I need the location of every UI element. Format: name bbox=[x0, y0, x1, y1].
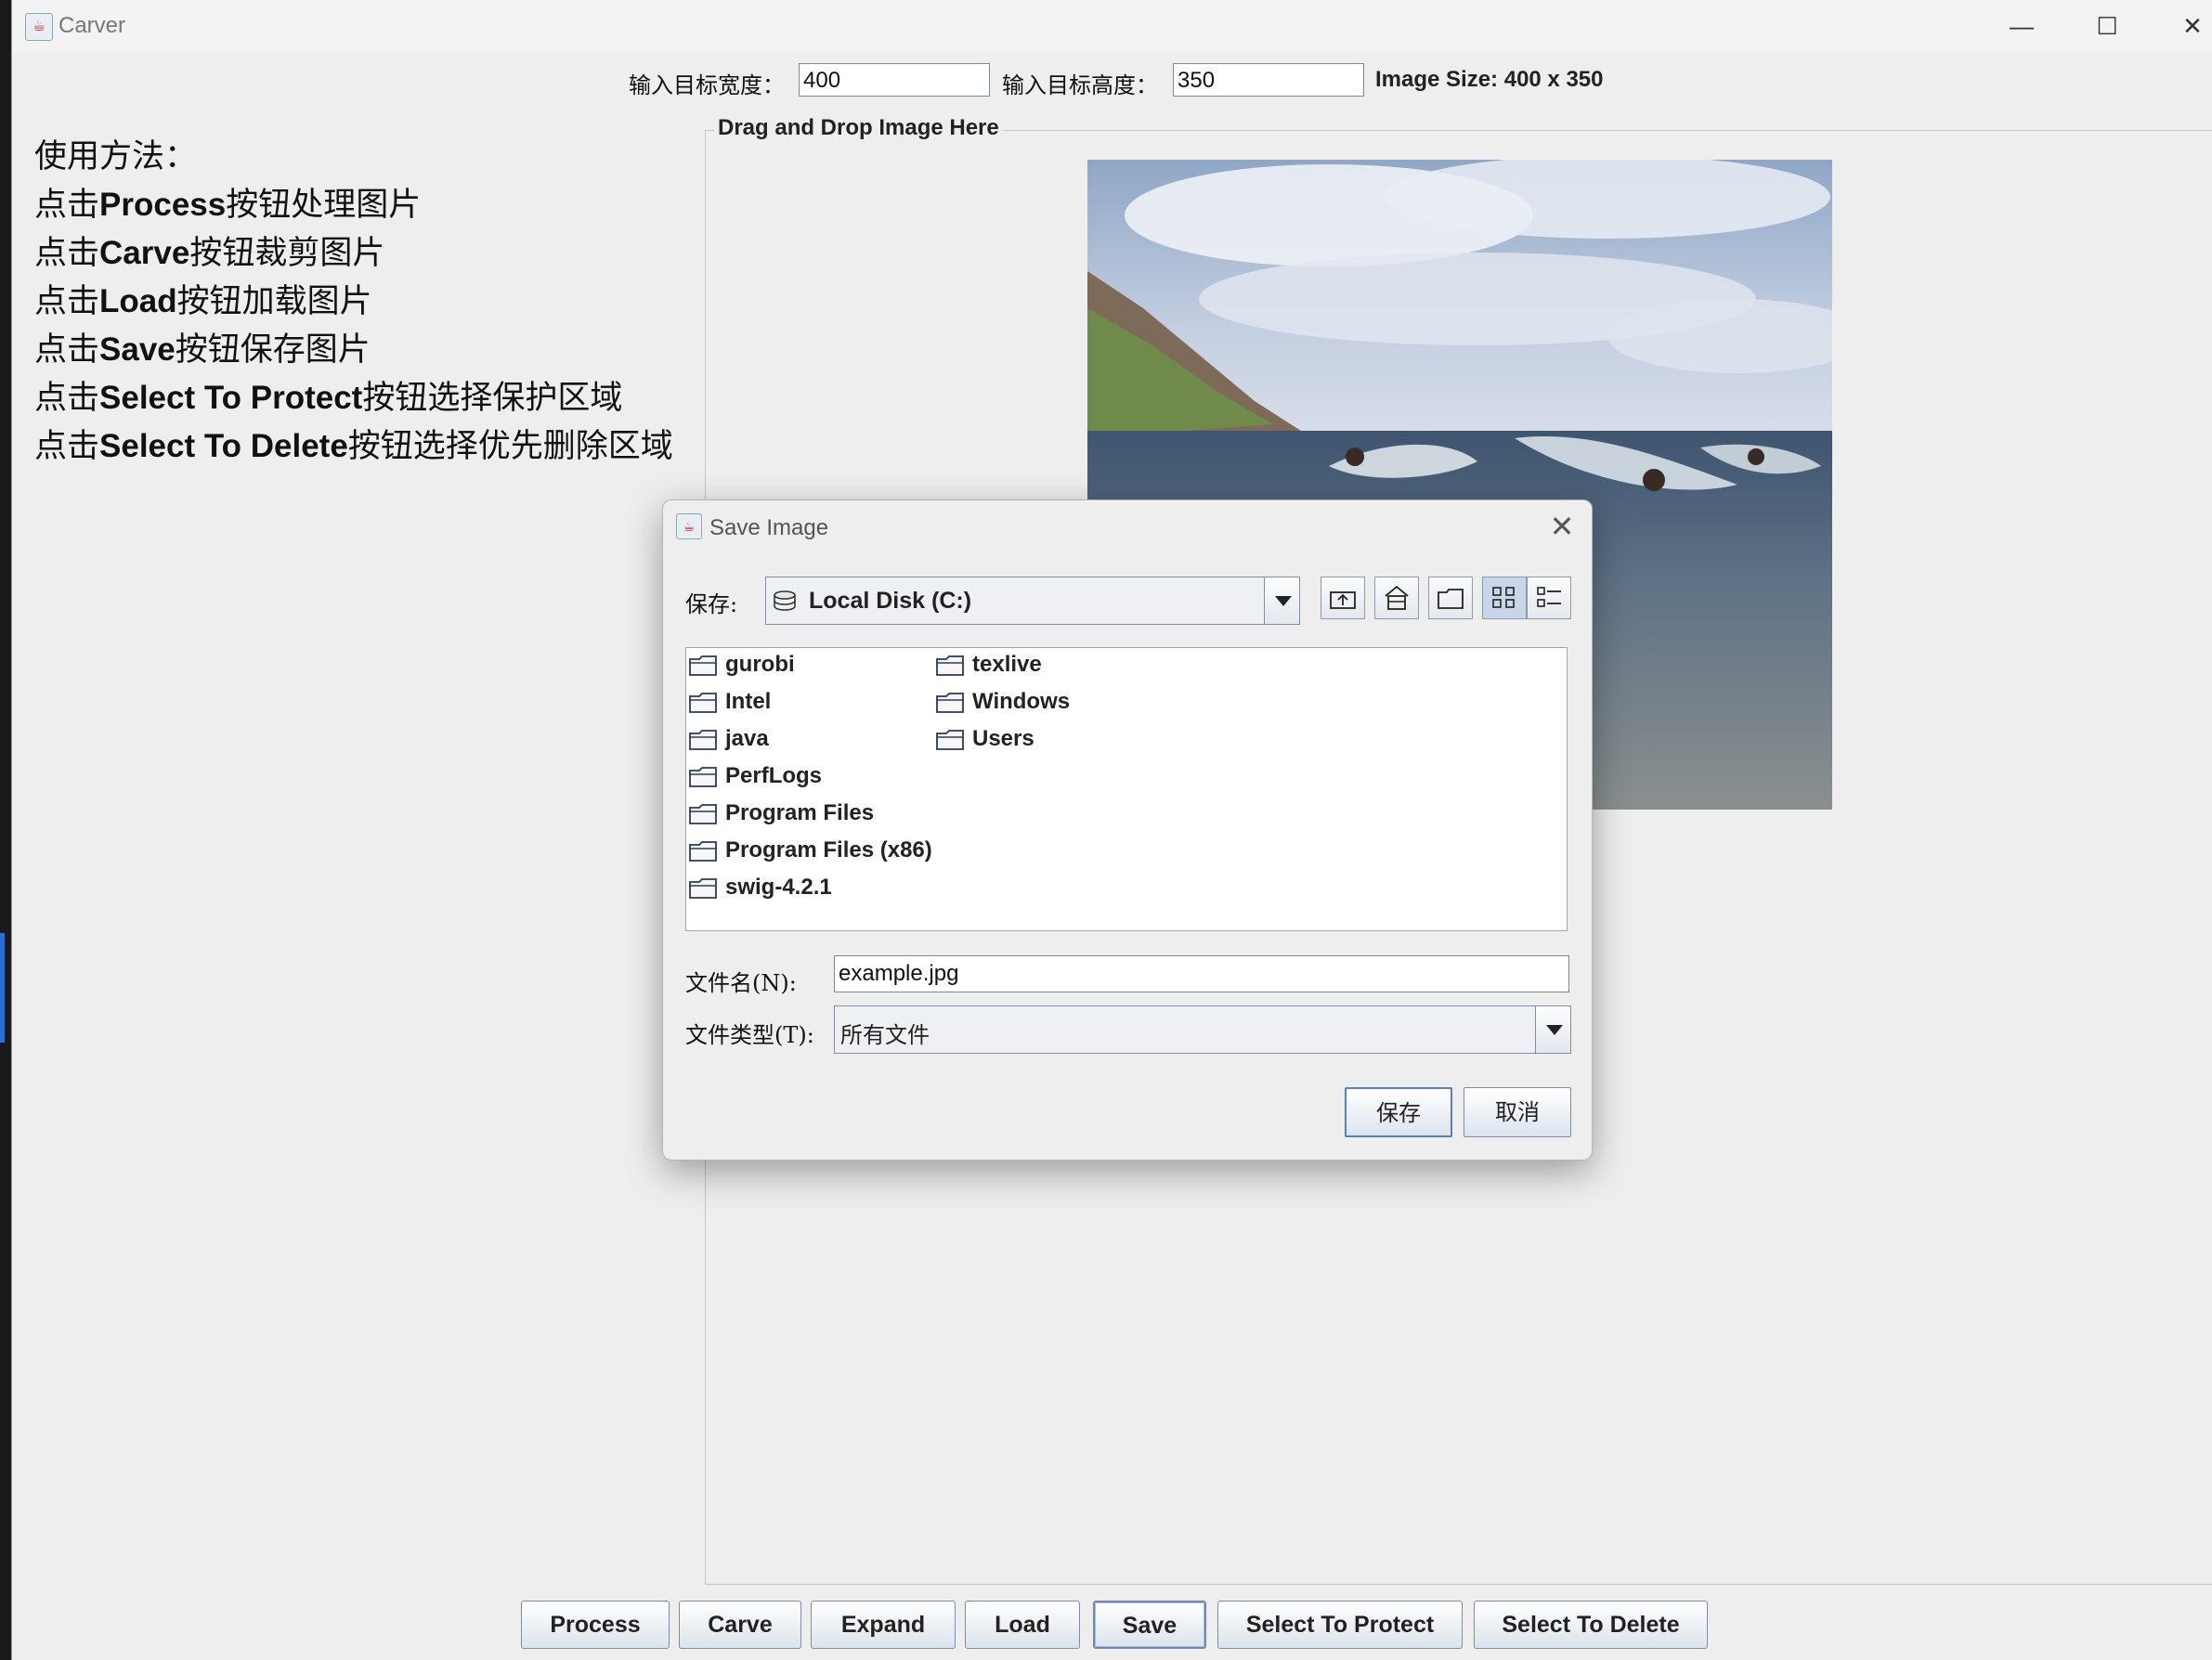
window-edge-accent bbox=[0, 933, 5, 1043]
instruction-line: 点击Save按钮保存图片 bbox=[34, 331, 371, 369]
target-height-label: 输入目标高度： bbox=[1002, 72, 1158, 98]
folder-icon bbox=[936, 730, 964, 750]
save-in-label: 保存: bbox=[685, 591, 738, 617]
details-view-button[interactable] bbox=[1527, 577, 1571, 619]
dialog-cancel-button[interactable]: 取消 bbox=[1464, 1087, 1571, 1137]
folder-item[interactable]: Intel bbox=[688, 689, 930, 719]
instruction-line: 点击Process按钮处理图片 bbox=[34, 187, 422, 224]
load-button[interactable]: Load bbox=[965, 1601, 1080, 1649]
folder-icon bbox=[689, 878, 717, 899]
location-value: Local Disk (C:) bbox=[809, 588, 972, 614]
process-button[interactable]: Process bbox=[521, 1601, 670, 1649]
folder-up-icon bbox=[1330, 591, 1356, 609]
target-height-input[interactable]: 350 bbox=[1173, 63, 1364, 97]
expand-button[interactable]: Expand bbox=[811, 1601, 956, 1649]
folder-item[interactable]: Program Files bbox=[688, 800, 930, 830]
folder-item[interactable]: texlive bbox=[935, 652, 1177, 681]
folder-item[interactable]: Users bbox=[935, 726, 1177, 756]
folder-item[interactable]: Program Files (x86) bbox=[688, 837, 932, 867]
folder-item[interactable]: gurobi bbox=[688, 652, 930, 681]
save-button[interactable]: Save bbox=[1093, 1601, 1206, 1649]
folder-name: gurobi bbox=[725, 652, 795, 677]
location-combo[interactable]: Local Disk (C:) bbox=[765, 577, 1300, 625]
folder-icon bbox=[689, 655, 717, 676]
list-view-button[interactable] bbox=[1482, 577, 1527, 619]
drop-panel-title: Drag and Drop Image Here bbox=[714, 115, 1003, 141]
main-window: ☕ Carver — ☐ ✕ 输入目标宽度： 400 输入目标高度： 350 I… bbox=[11, 0, 2212, 1660]
home-icon bbox=[1385, 585, 1409, 610]
folder-name: java bbox=[725, 726, 769, 751]
minimize-button[interactable]: — bbox=[2003, 11, 2040, 41]
window-title: Carver bbox=[59, 13, 126, 38]
dialog-close-button[interactable]: ✕ bbox=[1545, 510, 1579, 543]
details-view-icon bbox=[1537, 587, 1561, 607]
filename-label: 文件名(N): bbox=[685, 970, 797, 996]
folder-icon bbox=[689, 693, 717, 713]
folder-item[interactable]: Windows bbox=[935, 689, 1177, 719]
folder-icon bbox=[689, 804, 717, 824]
folder-icon bbox=[689, 841, 717, 862]
folder-name: texlive bbox=[972, 652, 1042, 677]
image-size-readout: Image Size: 400 x 350 bbox=[1375, 67, 1604, 92]
folder-icon bbox=[689, 767, 717, 787]
instructions-heading: 使用方法： bbox=[34, 138, 198, 175]
folder-item[interactable]: swig-4.2.1 bbox=[688, 875, 930, 904]
folder-name: Users bbox=[972, 726, 1034, 751]
folder-name: PerfLogs bbox=[725, 763, 823, 788]
new-folder-button[interactable] bbox=[1428, 577, 1473, 619]
dialog-save-button[interactable]: 保存 bbox=[1345, 1087, 1452, 1137]
folder-name: swig-4.2.1 bbox=[725, 875, 832, 900]
new-folder-icon bbox=[1438, 589, 1464, 609]
instruction-line: 点击Load按钮加载图片 bbox=[34, 283, 372, 320]
folder-item[interactable]: PerfLogs bbox=[688, 763, 930, 793]
folder-name: Intel bbox=[725, 689, 772, 714]
filename-input[interactable]: example.jpg bbox=[834, 955, 1569, 992]
save-image-dialog: ☕ Save Image ✕ 保存: Local Disk (C:) gurob… bbox=[662, 499, 1593, 1161]
instruction-line: 点击Carve按钮裁剪图片 bbox=[34, 235, 385, 272]
folder-item[interactable]: java bbox=[688, 726, 930, 756]
filetype-label: 文件类型(T): bbox=[685, 1022, 814, 1048]
target-width-label: 输入目标宽度： bbox=[629, 72, 785, 98]
close-button[interactable]: ✕ bbox=[2174, 11, 2211, 41]
dialog-title: Save Image bbox=[709, 515, 829, 540]
maximize-button[interactable]: ☐ bbox=[2088, 11, 2126, 41]
filetype-combo[interactable]: 所有文件 bbox=[834, 1005, 1571, 1054]
folder-name: Program Files (x86) bbox=[725, 837, 932, 862]
folder-icon bbox=[689, 730, 717, 750]
select-to-delete-button[interactable]: Select To Delete bbox=[1474, 1601, 1708, 1649]
home-button[interactable] bbox=[1374, 577, 1419, 619]
file-list[interactable]: gurobi Intel java PerfLogs Program Files Prog… bbox=[685, 647, 1568, 931]
folder-name: Windows bbox=[972, 689, 1071, 714]
carve-button[interactable]: Carve bbox=[679, 1601, 801, 1649]
filetype-value: 所有文件 bbox=[840, 1022, 930, 1048]
folder-icon bbox=[936, 655, 964, 676]
select-to-protect-button[interactable]: Select To Protect bbox=[1217, 1601, 1463, 1649]
up-one-level-button[interactable] bbox=[1321, 577, 1365, 619]
title-bar[interactable]: ☕ Carver — ☐ ✕ bbox=[12, 0, 2212, 52]
disk-icon bbox=[774, 590, 796, 611]
list-view-icon bbox=[1492, 587, 1515, 608]
target-width-input[interactable]: 400 bbox=[799, 63, 990, 97]
java-app-icon: ☕ bbox=[676, 513, 702, 539]
instruction-line: 点击Select To Protect按钮选择保护区域 bbox=[34, 380, 623, 417]
chevron-down-icon[interactable] bbox=[1535, 1006, 1570, 1053]
folder-icon bbox=[936, 693, 964, 713]
folder-name: Program Files bbox=[725, 800, 875, 825]
instruction-line: 点击Select To Delete按钮选择优先删除区域 bbox=[34, 428, 673, 465]
chevron-down-icon[interactable] bbox=[1264, 577, 1299, 624]
java-app-icon: ☕ bbox=[25, 13, 53, 41]
